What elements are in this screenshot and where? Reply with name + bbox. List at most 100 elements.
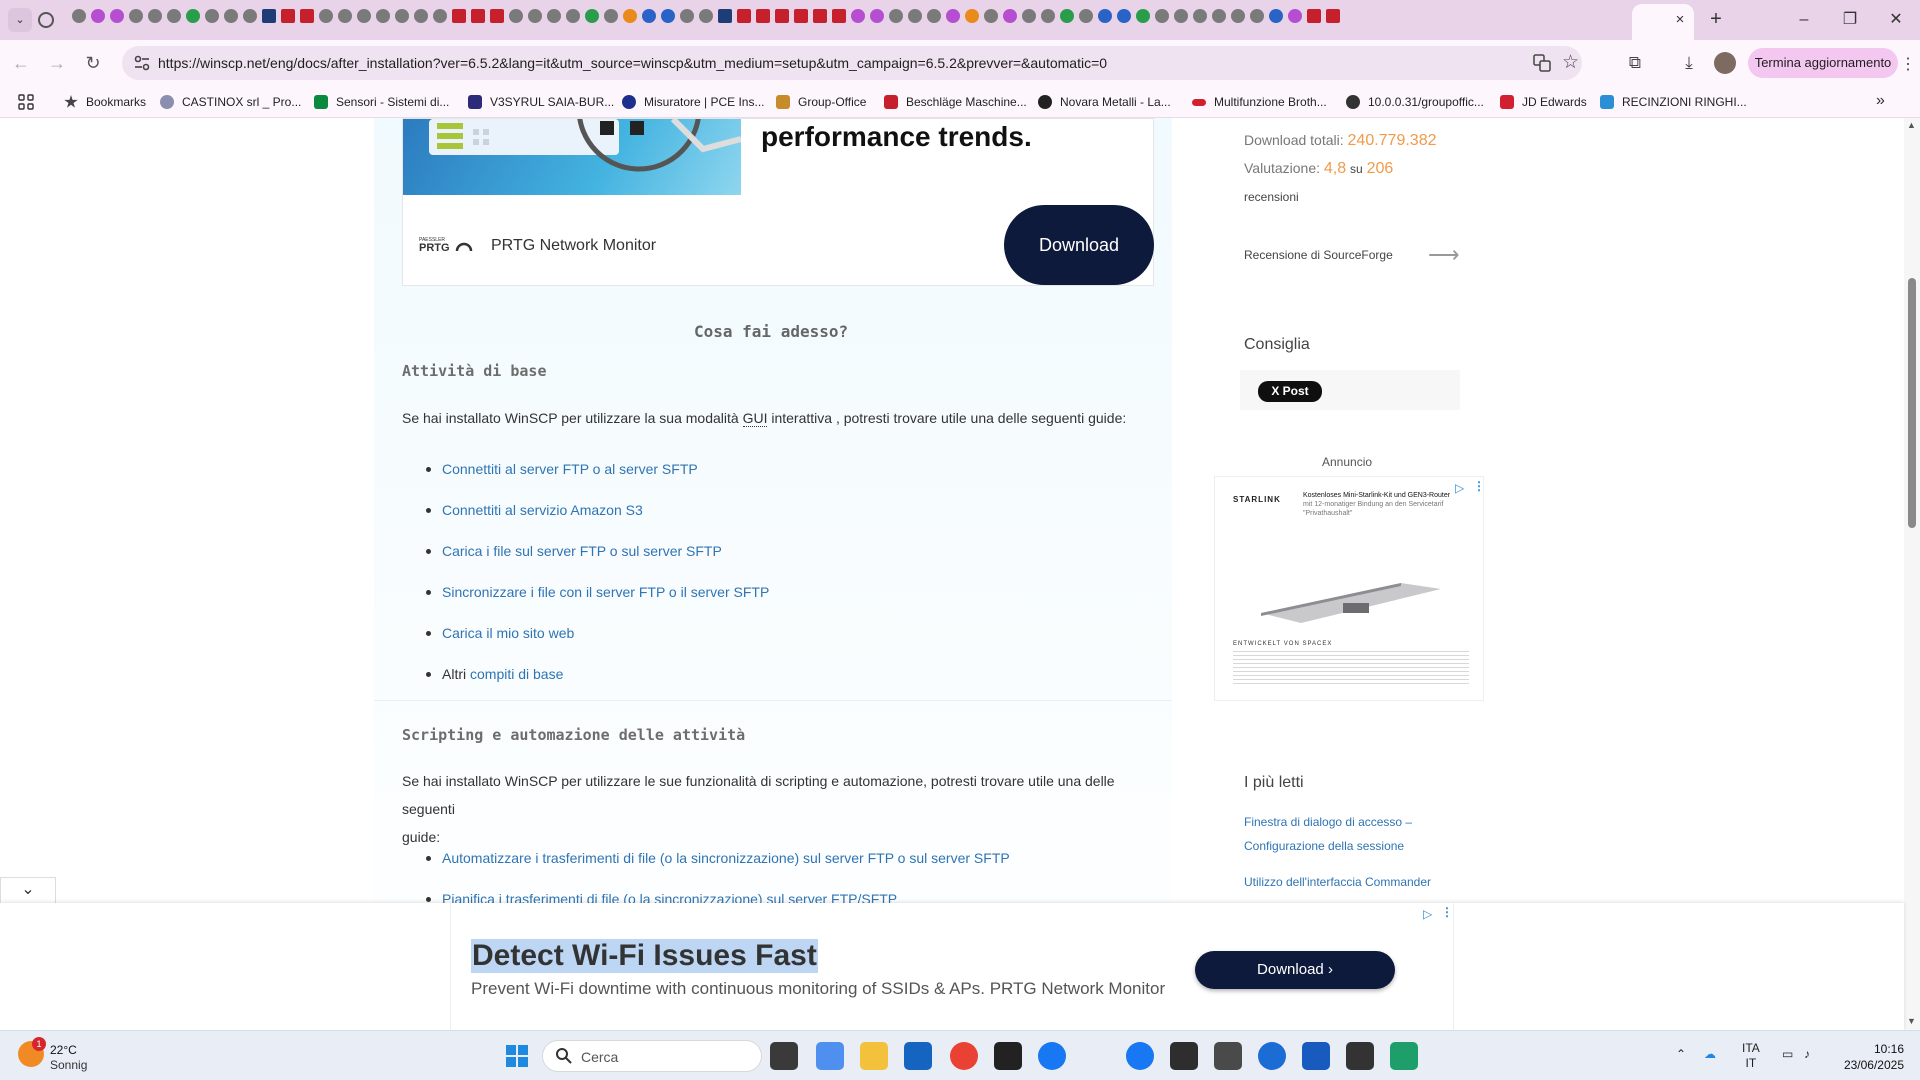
tab-favicon[interactable] [224, 9, 238, 23]
profile-avatar[interactable] [1714, 52, 1736, 74]
tab-favicon[interactable] [813, 9, 827, 23]
forward-icon[interactable]: → [42, 48, 72, 78]
tab-favicon[interactable] [680, 9, 694, 23]
amazon-icon[interactable] [994, 1042, 1022, 1070]
downloads-icon[interactable]: ⤓ [1678, 52, 1700, 74]
tab-favicon[interactable] [927, 9, 941, 23]
bookmark-item[interactable]: RECINZIONI RINGHI... [1600, 93, 1747, 111]
most-read-link[interactable]: Configurazione della sessione [1244, 834, 1404, 858]
onedrive-icon[interactable]: ☁ [1704, 1047, 1716, 1061]
arrow-right-icon[interactable]: ⟶ [1428, 242, 1460, 268]
copilot-icon[interactable] [816, 1042, 844, 1070]
weather-temp[interactable]: 22°C [50, 1043, 77, 1057]
tab-favicon[interactable] [1288, 9, 1302, 23]
bottom-anchor-ad[interactable]: Detect Wi-Fi Issues Fast Prevent Wi-Fi d… [0, 903, 1904, 1030]
bookmark-item[interactable]: 10.0.0.31/groupoffic... [1346, 93, 1484, 111]
bookmark-item[interactable]: Novara Metalli - La... [1038, 93, 1171, 111]
ad-download-button[interactable]: Download › [1195, 951, 1395, 989]
teamviewer-icon[interactable] [1258, 1042, 1286, 1070]
tab-favicon[interactable] [1003, 9, 1017, 23]
chrome-icon[interactable] [950, 1042, 978, 1070]
back-icon[interactable]: ← [6, 48, 36, 78]
tab-favicon[interactable] [737, 9, 751, 23]
tab-favicon[interactable] [490, 9, 504, 23]
media-icon[interactable] [1214, 1042, 1242, 1070]
close-window-icon[interactable]: ✕ [1876, 6, 1916, 34]
tab-favicon[interactable] [1022, 9, 1036, 23]
winscp-icon[interactable] [1390, 1042, 1418, 1070]
tab-favicon[interactable] [1117, 9, 1131, 23]
scroll-down-icon[interactable]: ▼ [1907, 1016, 1916, 1026]
tab-favicon[interactable] [167, 9, 181, 23]
update-button[interactable]: Termina aggiornamento [1748, 48, 1898, 78]
tab-favicon[interactable] [433, 9, 447, 23]
page-scrollbar[interactable]: ▲ ▼ [1904, 118, 1920, 1030]
tab-favicon[interactable] [1231, 9, 1245, 23]
tab-favicon[interactable] [889, 9, 903, 23]
tab-favicon[interactable] [946, 9, 960, 23]
volume-icon[interactable]: ♪ [1804, 1047, 1810, 1061]
minimize-icon[interactable]: – [1784, 6, 1824, 34]
tab-favicon[interactable] [585, 9, 599, 23]
guide-link[interactable]: Connettiti al servizio Amazon S3 [442, 502, 643, 518]
tab-favicon[interactable] [376, 9, 390, 23]
bookmark-item[interactable]: Multifunzione Broth... [1192, 93, 1327, 111]
task-view-icon[interactable] [770, 1042, 798, 1070]
ad-download-button[interactable]: Download [1004, 205, 1154, 285]
tab-favicon[interactable] [148, 9, 162, 23]
word-icon[interactable] [1302, 1042, 1330, 1070]
ad-menu-icon[interactable]: ⋮ [1441, 905, 1453, 919]
guide-link[interactable]: Carica il mio sito web [442, 625, 574, 641]
tab-favicon[interactable] [243, 9, 257, 23]
bookmark-item[interactable]: Bookmarks [64, 93, 146, 111]
tab-favicon[interactable] [471, 9, 485, 23]
terminal-icon[interactable] [1346, 1042, 1374, 1070]
tab-favicon[interactable] [262, 9, 276, 23]
store-icon[interactable] [1170, 1042, 1198, 1070]
adchoices-icon[interactable]: ▷ [1455, 481, 1469, 495]
tab-favicon[interactable] [775, 9, 789, 23]
bookmark-item[interactable]: Group-Office [776, 93, 866, 111]
tray-chevron-up-icon[interactable]: ⌃ [1676, 1047, 1686, 1061]
guide-link[interactable]: compiti di base [470, 666, 563, 682]
tab-close-icon[interactable]: × [1670, 10, 1690, 30]
facebook-icon[interactable] [1038, 1042, 1066, 1070]
facebook-icon[interactable] [1126, 1042, 1154, 1070]
tab-favicon[interactable] [1060, 9, 1074, 23]
most-read-link[interactable]: Finestra di dialogo di accesso – [1244, 810, 1412, 834]
system-clock[interactable]: 10:16 23/06/2025 [1812, 1041, 1904, 1073]
tab-favicon[interactable] [205, 9, 219, 23]
network-icon[interactable]: ▭ [1782, 1047, 1793, 1061]
file-explorer-icon[interactable] [860, 1042, 888, 1070]
sourceforge-review-link[interactable]: Recensione di SourceForge [1244, 248, 1393, 262]
starlink-ad[interactable]: STARLINK Kostenloses Mini-Starlink-Kit u… [1214, 476, 1485, 701]
tab-favicon[interactable] [186, 9, 200, 23]
tab-favicon[interactable] [1098, 9, 1112, 23]
tab-favicon[interactable] [129, 9, 143, 23]
tab-favicon[interactable] [604, 9, 618, 23]
restore-icon[interactable]: ❐ [1830, 6, 1870, 34]
reload-icon[interactable]: ↻ [78, 48, 108, 78]
new-tab-button[interactable]: + [1704, 8, 1728, 32]
tab-favicon[interactable] [72, 9, 86, 23]
tab-favicon[interactable] [642, 9, 656, 23]
bookmark-item[interactable]: Beschläge Maschine... [884, 93, 1027, 111]
tab-favicon[interactable] [528, 9, 542, 23]
bookmark-star-icon[interactable]: ☆ [1562, 51, 1579, 74]
tab-favicon[interactable] [851, 9, 865, 23]
tab-favicon[interactable] [1155, 9, 1169, 23]
tab-favicon[interactable] [699, 9, 713, 23]
tab-favicon[interactable] [509, 9, 523, 23]
bookmark-item[interactable]: V3SYRUL SAIA-BUR... [468, 93, 614, 111]
tab-favicon[interactable] [1136, 9, 1150, 23]
bookmark-item[interactable]: Sensori - Sistemi di... [314, 93, 449, 111]
tab-favicon[interactable] [661, 9, 675, 23]
bookmark-item[interactable]: JD Edwards [1500, 93, 1587, 111]
tab-favicon[interactable] [794, 9, 808, 23]
weather-desc[interactable]: Sonnig [50, 1058, 87, 1072]
tab-favicon[interactable] [110, 9, 124, 23]
tab-favicon[interactable] [908, 9, 922, 23]
x-post-button[interactable]: X Post [1258, 381, 1322, 402]
more-bookmarks-icon[interactable]: » [1876, 92, 1885, 110]
tab-favicon[interactable] [566, 9, 580, 23]
